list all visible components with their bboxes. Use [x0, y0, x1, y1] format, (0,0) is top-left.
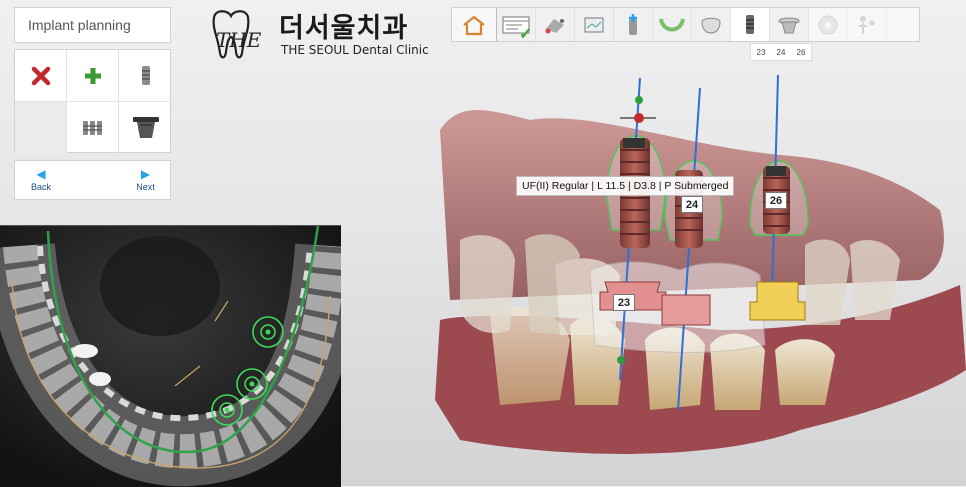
clinic-name-korean: 더서울치과: [279, 13, 409, 44]
tool-grid: [14, 49, 172, 154]
panel-title: Implant planning: [14, 7, 171, 43]
ct-image: [0, 226, 341, 487]
home-icon: [463, 15, 485, 35]
add-plus-icon: [84, 67, 101, 84]
image-icon: [584, 17, 604, 32]
implant-number-tag: 24: [681, 196, 703, 213]
abutment-button[interactable]: [119, 102, 172, 154]
multi-implant-icon: [82, 121, 102, 135]
tooth-tab[interactable]: 26: [797, 48, 806, 57]
tooth-tab[interactable]: 23: [757, 48, 766, 57]
workflow-step-image[interactable]: [575, 8, 614, 41]
workflow-step-arch[interactable]: [653, 8, 692, 41]
implant-number-tag: 23: [613, 294, 635, 311]
abutment-icon: [132, 117, 159, 138]
svg-text:THE: THE: [216, 28, 262, 52]
ct-axial-view[interactable]: [0, 225, 341, 487]
delete-implant-button[interactable]: [15, 50, 67, 102]
workflow-home-button[interactable]: [452, 8, 497, 41]
workflow-step-patient[interactable]: ✓: [497, 8, 536, 43]
guide-icon: [859, 15, 875, 34]
arrow-left-icon: ◀: [36, 167, 46, 181]
implant-icon: [746, 14, 754, 34]
empty-tool-slot: [15, 102, 67, 154]
tooth-number-tabs: 23 24 26: [750, 43, 812, 61]
implant-button[interactable]: [119, 50, 172, 102]
workflow-step-scan[interactable]: [536, 8, 575, 41]
disc-icon: [818, 15, 838, 34]
clinic-name-english: THE SEOUL Dental Clinic: [281, 43, 429, 57]
next-button[interactable]: ▶ Next: [119, 161, 172, 199]
multi-implant-button[interactable]: [67, 102, 119, 154]
workflow-step-guide[interactable]: [848, 8, 887, 41]
implant-number-tag: 26: [765, 192, 787, 209]
back-button[interactable]: ◀ Back: [15, 161, 67, 199]
tooth-tab[interactable]: 24: [777, 48, 786, 57]
workflow-step-implant-add[interactable]: [614, 8, 653, 41]
abutment-icon: [778, 17, 800, 33]
workflow-step-crown[interactable]: [692, 8, 731, 41]
crown-icon: [701, 17, 721, 34]
next-label: Next: [136, 182, 155, 192]
scan-tools-icon: [545, 18, 564, 33]
implant-icon: [141, 65, 150, 85]
workflow-toolbar: ✓: [451, 7, 920, 43]
delete-x-icon: [31, 66, 50, 85]
3d-model-view[interactable]: [420, 70, 966, 470]
workflow-step-abutment[interactable]: [770, 8, 809, 41]
workflow-step-disc[interactable]: [809, 8, 848, 41]
arch-icon: [659, 17, 685, 31]
add-implant-button[interactable]: [67, 50, 119, 102]
checkmark-icon: ✓: [519, 26, 533, 43]
workflow-step-implant[interactable]: [731, 8, 770, 41]
back-label: Back: [30, 182, 51, 192]
navigation-bar: ◀ Back ▶ Next: [14, 160, 171, 200]
implant-info-label: UF(II) Regular | L 11.5 | D3.8 | P Subme…: [516, 176, 735, 196]
implant-add-icon: [629, 13, 637, 35]
arrow-right-icon: ▶: [140, 167, 151, 181]
